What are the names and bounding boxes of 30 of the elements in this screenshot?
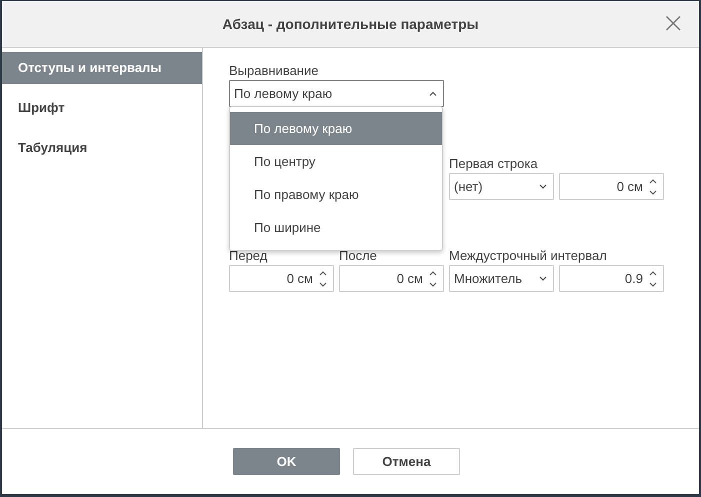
field-label: Перед: [229, 247, 268, 265]
field-label: Выравнивание: [229, 62, 318, 80]
spinner-field[interactable]: 0.9: [559, 265, 664, 292]
caret-icon: [429, 91, 437, 96]
close-button[interactable]: ×: [658, 11, 689, 35]
dropdown-field[interactable]: (нет): [449, 173, 554, 200]
window-title: Абзац - дополнительные параметры: [222, 16, 479, 32]
caret-icon: [539, 184, 547, 189]
dropdown-field[interactable]: Множитель: [449, 265, 554, 292]
dropdown-option[interactable]: По центру: [230, 145, 442, 178]
dropdown-option[interactable]: По правому краю: [230, 178, 442, 211]
spinner-arrows-icon[interactable]: [649, 270, 657, 288]
spinner-field[interactable]: 0 см: [229, 265, 334, 292]
field-label: После: [339, 247, 377, 265]
ok-button[interactable]: OK: [233, 448, 340, 475]
spinner-arrows-icon[interactable]: [429, 270, 437, 288]
cancel-button[interactable]: Отмена: [353, 448, 460, 475]
dropdown-option[interactable]: По левому краю: [230, 112, 442, 145]
sidebar-tab[interactable]: Табуляция: [2, 132, 202, 164]
caret-icon: [539, 276, 547, 281]
spinner-field[interactable]: 0 см: [559, 173, 664, 200]
dropdown-option[interactable]: По ширине: [230, 211, 442, 244]
spinner-field[interactable]: 0 см: [339, 265, 444, 292]
spinner-arrows-icon[interactable]: [649, 178, 657, 196]
dropdown-field[interactable]: По левому краю: [229, 80, 444, 107]
sidebar-tab[interactable]: Отступы и интервалы: [2, 52, 202, 84]
sidebar-tab[interactable]: Шрифт: [2, 92, 202, 124]
field-label: Междустрочный интервал: [449, 247, 607, 265]
spinner-arrows-icon[interactable]: [319, 270, 327, 288]
field-label: Первая строка: [449, 155, 538, 173]
